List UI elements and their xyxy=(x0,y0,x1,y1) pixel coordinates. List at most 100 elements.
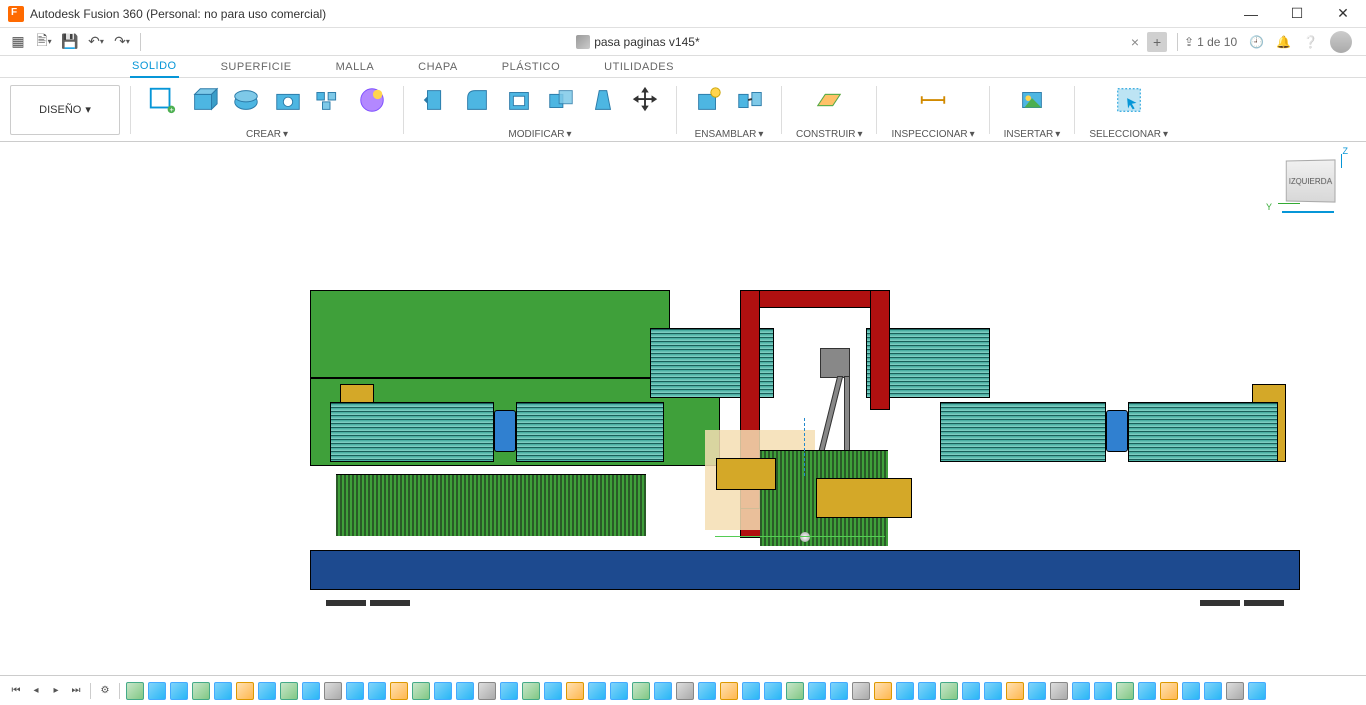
tab-plastico[interactable]: PLÁSTICO xyxy=(500,57,562,77)
group-label-inspeccionar[interactable]: INSPECCIONAR▾ xyxy=(891,129,974,140)
timeline-feature[interactable] xyxy=(280,682,298,700)
timeline-feature[interactable] xyxy=(170,682,188,700)
revolve-icon[interactable] xyxy=(229,83,263,117)
timeline-feature[interactable] xyxy=(742,682,760,700)
timeline-rewind[interactable]: ⏮ xyxy=(8,683,24,699)
tab-close-button[interactable]: × xyxy=(1131,34,1139,50)
group-label-crear[interactable]: CREAR▾ xyxy=(246,129,288,140)
timeline-feature[interactable] xyxy=(698,682,716,700)
timeline-feature[interactable] xyxy=(1226,682,1244,700)
timeline-feature[interactable] xyxy=(654,682,672,700)
tab-add-button[interactable]: + xyxy=(1147,32,1167,52)
tab-chapa[interactable]: CHAPA xyxy=(416,57,460,77)
timeline-feature[interactable] xyxy=(874,682,892,700)
view-cube[interactable]: Z IZQUIERDA Y xyxy=(1280,152,1348,210)
timeline-feature[interactable] xyxy=(1116,682,1134,700)
document-tab[interactable]: pasa paginas v145* xyxy=(576,35,699,49)
timeline-feature[interactable] xyxy=(676,682,694,700)
timeline-feature[interactable] xyxy=(302,682,320,700)
timeline-feature[interactable] xyxy=(1182,682,1200,700)
timeline-feature[interactable] xyxy=(1028,682,1046,700)
timeline-feature[interactable] xyxy=(214,682,232,700)
move-icon[interactable] xyxy=(628,83,662,117)
timeline-feature[interactable] xyxy=(852,682,870,700)
viewport-3d[interactable]: Z IZQUIERDA Y xyxy=(0,142,1366,675)
viewcube-face[interactable]: IZQUIERDA xyxy=(1286,159,1336,202)
timeline-feature[interactable] xyxy=(500,682,518,700)
timeline-feature[interactable] xyxy=(236,682,254,700)
timeline-feature[interactable] xyxy=(610,682,628,700)
file-menu-icon[interactable]: 🖹▾ xyxy=(32,30,56,54)
timeline-prev[interactable]: ◂ xyxy=(28,683,44,699)
timeline-feature[interactable] xyxy=(1204,682,1222,700)
timeline-feature[interactable] xyxy=(456,682,474,700)
timeline-feature[interactable] xyxy=(786,682,804,700)
timeline-feature[interactable] xyxy=(1094,682,1112,700)
timeline-feature[interactable] xyxy=(940,682,958,700)
joint-icon[interactable] xyxy=(733,83,767,117)
plane-icon[interactable] xyxy=(812,83,846,117)
timeline-play[interactable]: ▸ xyxy=(48,683,64,699)
timeline-feature[interactable] xyxy=(478,682,496,700)
timeline-feature[interactable] xyxy=(368,682,386,700)
timeline-feature[interactable] xyxy=(830,682,848,700)
timeline-feature[interactable] xyxy=(764,682,782,700)
presspull-icon[interactable] xyxy=(418,83,452,117)
pattern-icon[interactable] xyxy=(313,83,347,117)
group-label-insertar[interactable]: INSERTAR▾ xyxy=(1004,129,1061,140)
timeline-feature[interactable] xyxy=(390,682,408,700)
timeline-feature[interactable] xyxy=(346,682,364,700)
app-grid-icon[interactable]: ▦ xyxy=(6,30,30,54)
timeline-feature[interactable] xyxy=(808,682,826,700)
tab-malla[interactable]: MALLA xyxy=(334,57,377,77)
timeline-feature[interactable] xyxy=(126,682,144,700)
combine-icon[interactable] xyxy=(544,83,578,117)
timeline-feature[interactable] xyxy=(324,682,342,700)
sketch-icon[interactable]: + xyxy=(145,83,179,117)
tab-utilidades[interactable]: UTILIDADES xyxy=(602,57,676,77)
workspace-selector[interactable]: DISEÑO ▾ xyxy=(10,85,120,135)
undo-icon[interactable]: ↶▾ xyxy=(84,30,108,54)
timeline-feature[interactable] xyxy=(896,682,914,700)
maximize-button[interactable]: ☐ xyxy=(1274,0,1320,28)
timeline-feature[interactable] xyxy=(412,682,430,700)
timeline-feature[interactable] xyxy=(1248,682,1266,700)
form-icon[interactable] xyxy=(355,83,389,117)
timeline-feature[interactable] xyxy=(566,682,584,700)
select-icon[interactable] xyxy=(1112,83,1146,117)
measure-icon[interactable] xyxy=(916,83,950,117)
group-label-modificar[interactable]: MODIFICAR▾ xyxy=(508,129,571,140)
timeline-feature[interactable] xyxy=(258,682,276,700)
timeline-feature[interactable] xyxy=(720,682,738,700)
timeline-feature[interactable] xyxy=(148,682,166,700)
timeline-feature[interactable] xyxy=(918,682,936,700)
draft-icon[interactable] xyxy=(586,83,620,117)
timeline-feature[interactable] xyxy=(1072,682,1090,700)
clock-icon[interactable]: 🕘 xyxy=(1249,35,1264,49)
fillet-icon[interactable] xyxy=(460,83,494,117)
insert-icon[interactable] xyxy=(1015,83,1049,117)
minimize-button[interactable]: — xyxy=(1228,0,1274,28)
timeline-feature[interactable] xyxy=(522,682,540,700)
save-icon[interactable]: 💾 xyxy=(58,30,82,54)
close-button[interactable]: ✕ xyxy=(1320,0,1366,28)
timeline-feature[interactable] xyxy=(1050,682,1068,700)
timeline-ffwd[interactable]: ⏭ xyxy=(68,683,84,699)
timeline-feature[interactable] xyxy=(588,682,606,700)
timeline-feature[interactable] xyxy=(632,682,650,700)
timeline-feature[interactable] xyxy=(192,682,210,700)
group-label-construir[interactable]: CONSTRUIR▾ xyxy=(796,129,862,140)
timeline-feature[interactable] xyxy=(1160,682,1178,700)
timeline-feature[interactable] xyxy=(962,682,980,700)
hole-icon[interactable] xyxy=(271,83,305,117)
job-status[interactable]: ⇪ 1 de 10 xyxy=(1184,35,1237,49)
notifications-icon[interactable]: 🔔 xyxy=(1276,35,1291,49)
timeline-feature[interactable] xyxy=(1006,682,1024,700)
tab-solido[interactable]: SOLIDO xyxy=(130,56,179,78)
group-label-seleccionar[interactable]: SELECCIONAR▾ xyxy=(1089,129,1168,140)
extrude-icon[interactable] xyxy=(187,83,221,117)
user-avatar[interactable] xyxy=(1330,31,1352,53)
help-icon[interactable]: ❔ xyxy=(1303,35,1318,49)
shell-icon[interactable] xyxy=(502,83,536,117)
timeline-feature[interactable] xyxy=(544,682,562,700)
